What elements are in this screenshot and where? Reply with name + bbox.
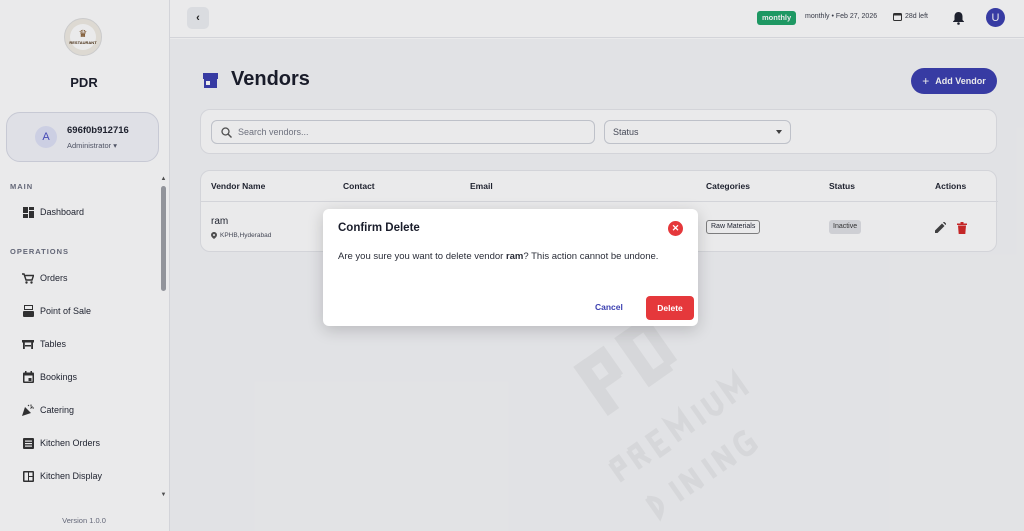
confirm-delete-dialog: Confirm Delete ✕ Are you sure you want t… (323, 209, 698, 326)
dialog-message: Are you sure you want to delete vendor r… (338, 249, 678, 264)
dialog-message-prefix: Are you sure you want to delete vendor (338, 251, 506, 262)
dialog-message-suffix: ? This action cannot be undone. (523, 251, 659, 262)
delete-button[interactable]: Delete (646, 296, 694, 320)
dialog-vendor-name: ram (505, 251, 524, 262)
close-icon[interactable]: ✕ (668, 221, 683, 236)
dialog-title: Confirm Delete (338, 222, 420, 234)
cancel-button[interactable]: Cancel (595, 302, 623, 312)
